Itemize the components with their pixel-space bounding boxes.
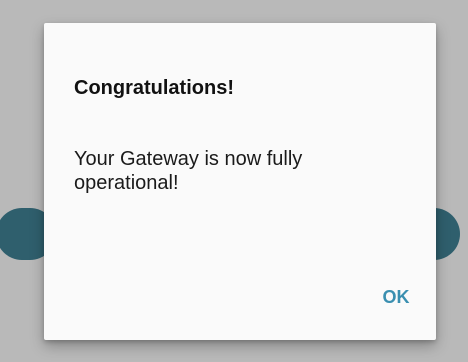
ok-button[interactable]: OK <box>364 279 428 315</box>
dialog-title: Congratulations! <box>74 77 234 99</box>
alert-dialog: Congratulations! Your Gateway is now ful… <box>44 23 436 340</box>
dialog-message: Your Gateway is now fully operational! <box>74 148 303 194</box>
